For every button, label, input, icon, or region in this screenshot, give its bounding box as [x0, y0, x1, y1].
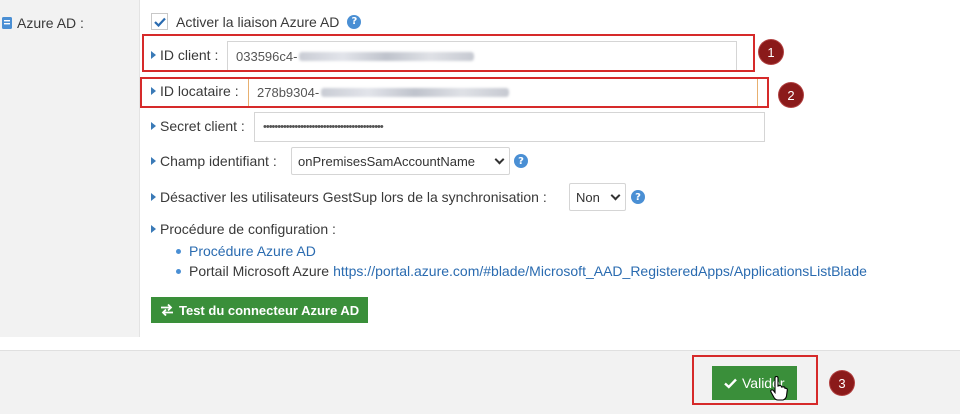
- identifier-select[interactable]: onPremisesSamAccountName: [291, 147, 510, 175]
- enable-azure-label: Activer la liaison Azure AD: [176, 13, 340, 30]
- identifier-selected: onPremisesSamAccountName: [298, 153, 476, 169]
- secret-value: ••••••••••••••••••••••••••••••••••••••••…: [263, 121, 384, 133]
- disable-users-select[interactable]: Non: [569, 183, 626, 211]
- list-item: Procédure Azure AD: [176, 241, 867, 261]
- settings-label-column: Azure AD :: [0, 0, 140, 337]
- enable-azure-checkbox[interactable]: [151, 13, 168, 30]
- annotation-box-2: [140, 77, 769, 108]
- section-title: Azure AD :: [17, 15, 84, 31]
- annotation-box-3: [692, 355, 818, 405]
- help-icon[interactable]: ?: [347, 14, 362, 29]
- help-icon[interactable]: ?: [631, 190, 645, 204]
- list-item: Portail Microsoft Azure https://portal.a…: [176, 261, 867, 281]
- annotation-badge-2: 2: [779, 83, 803, 107]
- secret-input[interactable]: ••••••••••••••••••••••••••••••••••••••••…: [254, 112, 765, 142]
- disable-users-selected: Non: [576, 189, 600, 205]
- caret-right-icon: [151, 122, 156, 130]
- enable-azure-row: Activer la liaison Azure AD ?: [151, 13, 362, 30]
- secret-label: Secret client :: [160, 118, 245, 134]
- caret-right-icon: [151, 225, 156, 233]
- chevron-down-icon: [494, 154, 505, 164]
- disable-users-label-wrap: Désactiver les utilisateurs GestSup lors…: [151, 189, 547, 205]
- procedure-label-wrap: Procédure de configuration :: [151, 221, 336, 237]
- identifier-label-wrap: Champ identifiant :: [151, 153, 277, 169]
- exchange-icon: [161, 304, 173, 316]
- annotation-box-1: [142, 34, 755, 72]
- annotation-badge-1: 1: [759, 40, 783, 64]
- test-connector-label: Test du connecteur Azure AD: [179, 302, 360, 318]
- book-icon: [2, 17, 12, 29]
- procedure-label: Procédure de configuration :: [160, 221, 336, 237]
- identifier-label: Champ identifiant :: [160, 153, 277, 169]
- disable-users-label: Désactiver les utilisateurs GestSup lors…: [160, 189, 547, 205]
- portal-link[interactable]: https://portal.azure.com/#blade/Microsof…: [333, 263, 867, 279]
- portal-label: Portail Microsoft Azure: [189, 263, 330, 279]
- section-label: Azure AD :: [2, 15, 84, 31]
- checkmark-icon: [153, 17, 166, 27]
- chevron-down-icon: [610, 190, 621, 200]
- procedure-list: Procédure Azure AD Portail Microsoft Azu…: [176, 241, 867, 281]
- test-connector-button[interactable]: Test du connecteur Azure AD: [151, 297, 369, 323]
- caret-right-icon: [151, 193, 156, 201]
- caret-right-icon: [151, 157, 156, 165]
- secret-label-wrap: Secret client :: [151, 118, 245, 134]
- help-icon[interactable]: ?: [514, 154, 528, 168]
- bullet-icon: [176, 248, 181, 254]
- procedure-link[interactable]: Procédure Azure AD: [189, 243, 316, 259]
- bullet-icon: [176, 268, 181, 274]
- annotation-badge-3: 3: [830, 371, 854, 395]
